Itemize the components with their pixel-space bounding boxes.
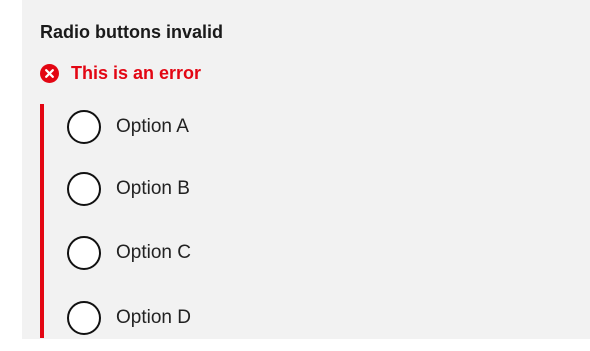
radio-option-c[interactable]: Option C	[67, 233, 191, 273]
error-indicator-bar	[40, 104, 44, 338]
fieldset-legend: Radio buttons invalid	[40, 22, 223, 42]
radio-option-label: Option A	[116, 116, 189, 137]
radio-button[interactable]	[67, 301, 101, 335]
radio-option-a[interactable]: Option A	[67, 107, 189, 147]
radio-fieldset: Radio buttons invalid This is an error O…	[22, 0, 590, 339]
radio-option-d[interactable]: Option D	[67, 298, 191, 338]
error-icon	[40, 63, 59, 83]
radio-option-label: Option C	[116, 242, 191, 263]
radio-button[interactable]	[67, 236, 101, 270]
radio-option-label: Option D	[116, 307, 191, 328]
error-text: This is an error	[71, 63, 202, 83]
radio-button[interactable]	[67, 172, 101, 206]
radio-button[interactable]	[67, 110, 101, 144]
radio-option-label: Option B	[116, 178, 190, 199]
radio-group: Option A Option B Option C Option D	[40, 104, 340, 338]
radio-option-b[interactable]: Option B	[67, 169, 190, 209]
error-message: This is an error	[40, 61, 201, 85]
